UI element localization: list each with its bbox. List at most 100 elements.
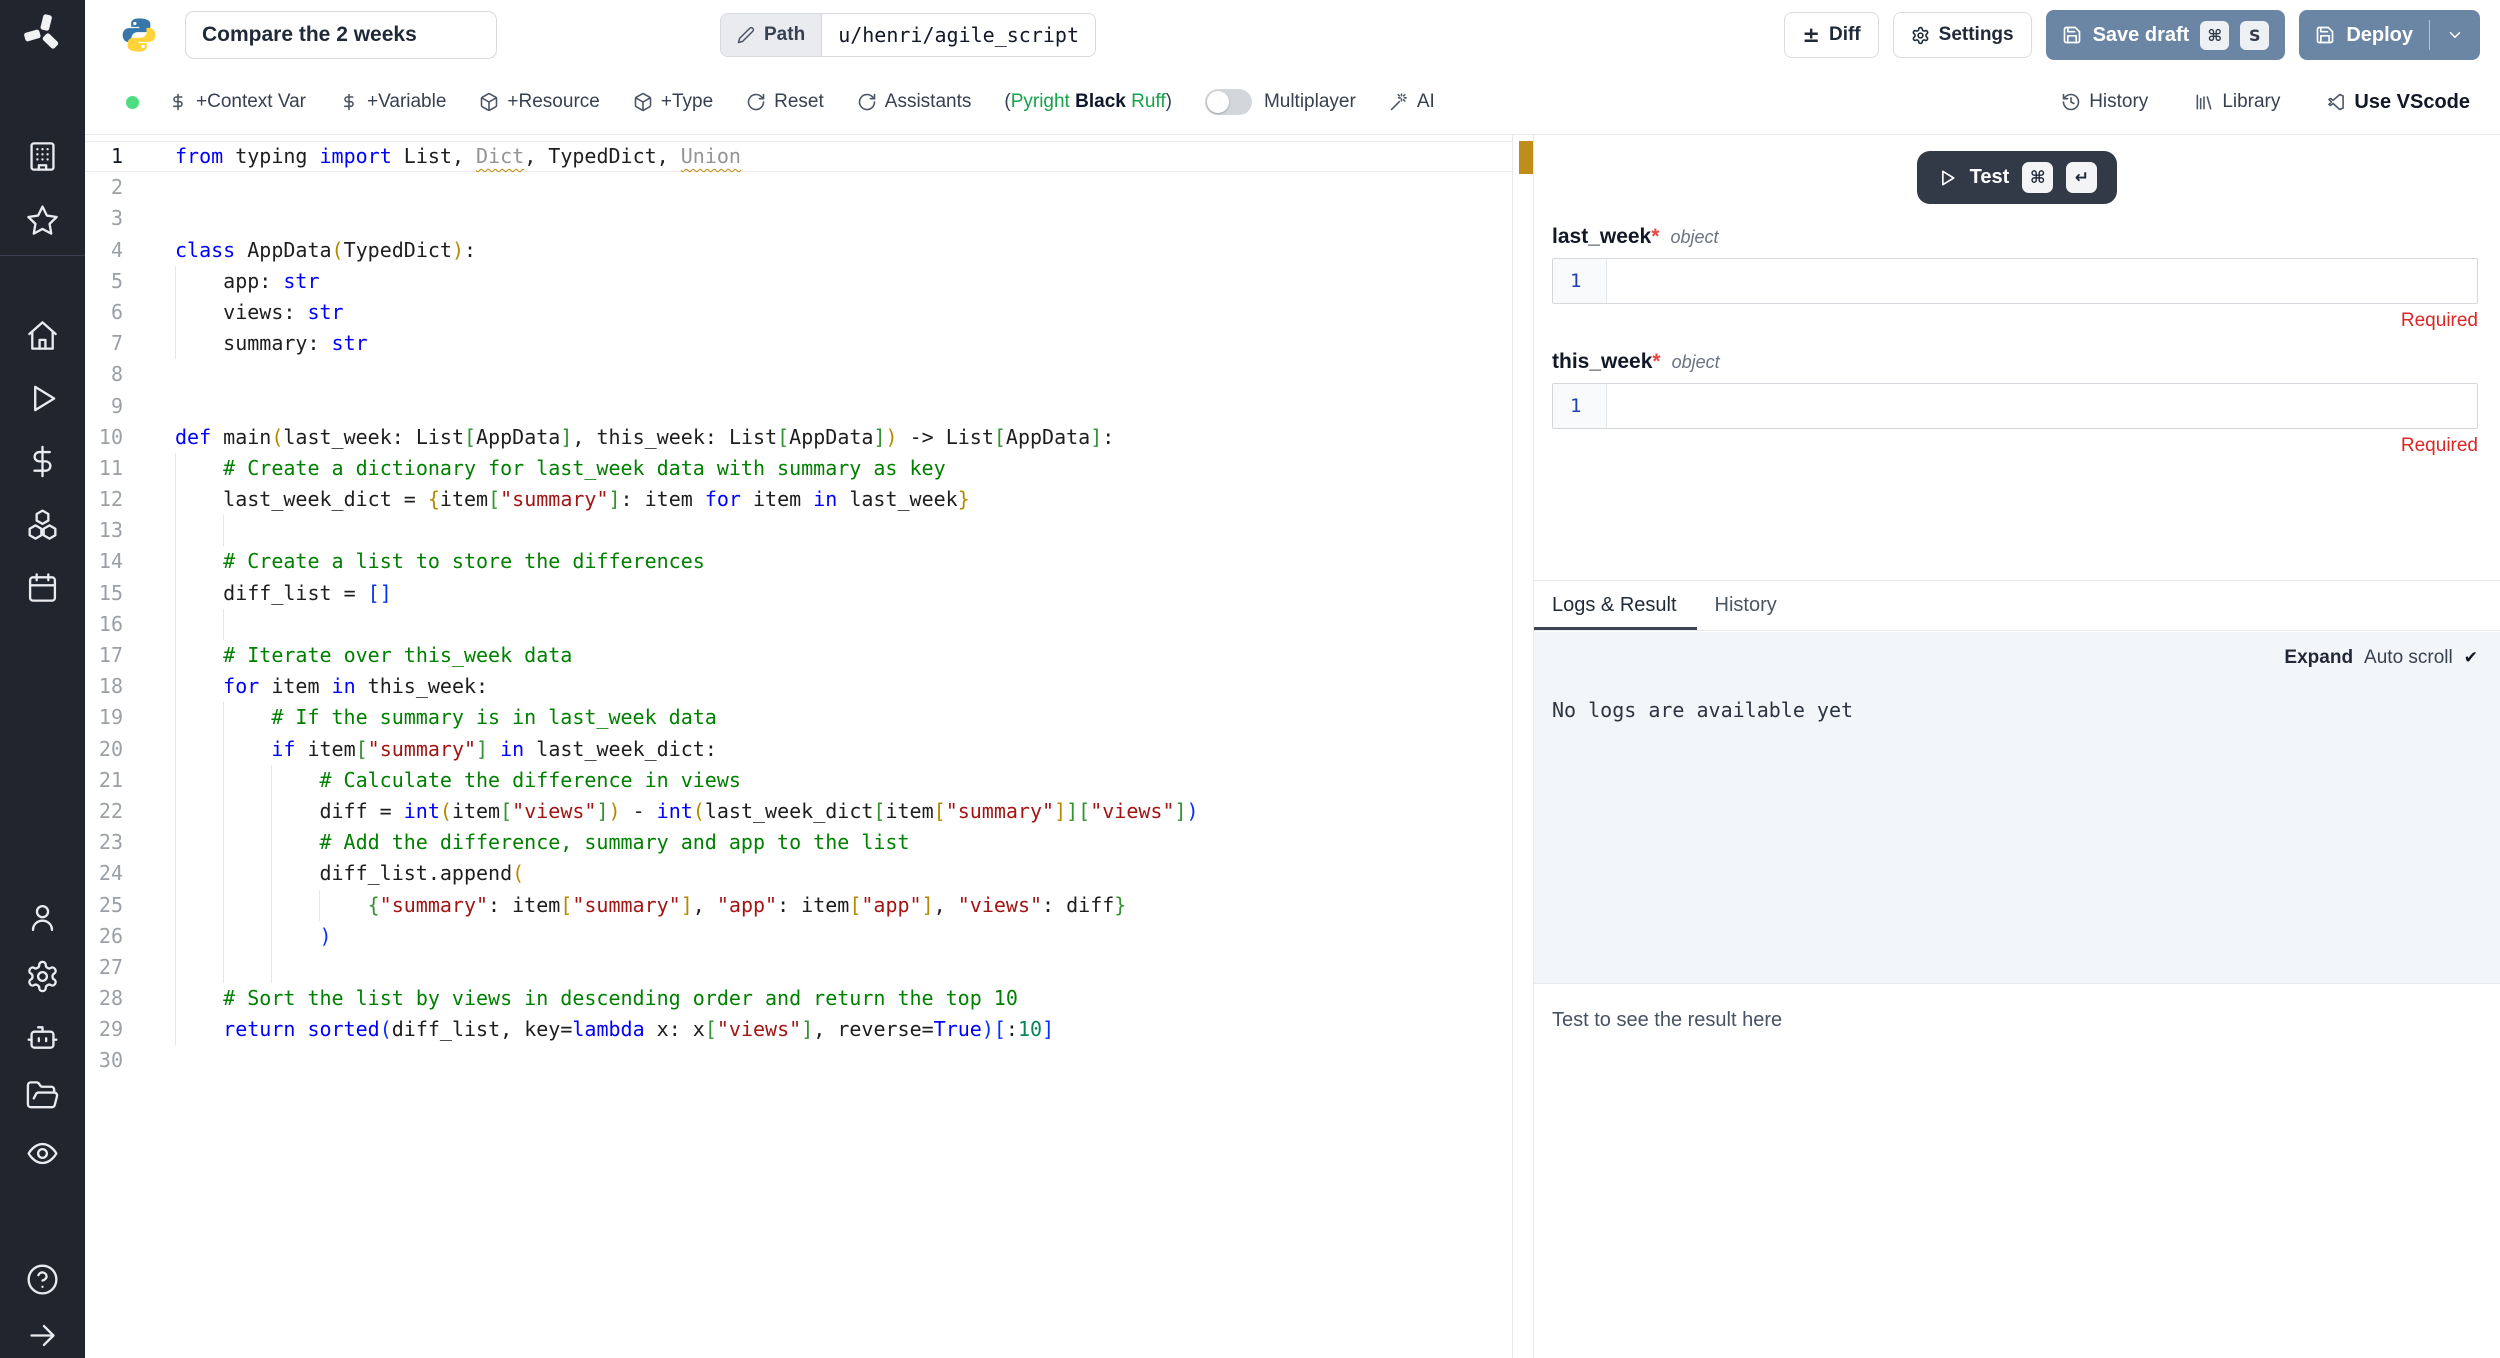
line-number: 15 [85, 578, 135, 609]
code-line[interactable]: 15diff_list = [] [85, 578, 1512, 609]
path-value[interactable]: u/henri/agile_script [822, 14, 1095, 56]
line-number: 17 [85, 640, 135, 671]
code-line[interactable]: 20if item["summary"] in last_week_dict: [85, 734, 1512, 765]
variables-dollar-icon[interactable] [25, 444, 60, 479]
test-button[interactable]: Test ⌘ ↵ [1917, 151, 2118, 204]
folders-icon[interactable] [25, 1078, 60, 1113]
code-line[interactable]: 13 [85, 515, 1512, 546]
result-placeholder: Test to see the result here [1552, 1009, 2500, 1032]
add-variable-button[interactable]: +Variable [339, 91, 446, 113]
resources-boxes-icon[interactable] [25, 507, 60, 542]
settings-button[interactable]: Settings [1893, 12, 2032, 58]
arg-type: object [1670, 227, 1718, 247]
input-line-number: 1 [1553, 259, 1607, 303]
help-icon[interactable] [25, 1262, 60, 1297]
runs-play-icon[interactable] [25, 381, 60, 416]
add-context-var-button[interactable]: +Context Var [168, 91, 306, 113]
line-number: 1 [85, 141, 135, 172]
code-line[interactable]: 11# Create a dictionary for last_week da… [85, 453, 1512, 484]
code-line[interactable]: 19# If the summary is in last_week data [85, 702, 1512, 733]
code-line[interactable]: 30 [85, 1045, 1512, 1076]
code-line[interactable]: 25{"summary": item["summary"], "app": it… [85, 890, 1512, 921]
home-icon[interactable] [25, 318, 60, 353]
code-line[interactable]: 27 [85, 952, 1512, 983]
library-button[interactable]: Library [2194, 91, 2280, 113]
multiplayer-toggle-group: Multiplayer [1205, 89, 1356, 115]
code-line[interactable]: 6views: str [85, 297, 1512, 328]
this-week-json-input[interactable]: 1 [1552, 383, 2478, 429]
assistants-button[interactable]: Assistants [857, 91, 972, 113]
windmill-logo-icon[interactable] [20, 10, 66, 56]
code-line[interactable]: 21# Calculate the difference in views [85, 765, 1512, 796]
code-line[interactable]: 28# Sort the list by views in descending… [85, 983, 1512, 1014]
toggle-knob [1207, 91, 1229, 113]
code-line[interactable]: 7summary: str [85, 328, 1512, 359]
line-number: 22 [85, 796, 135, 827]
line-number: 4 [85, 235, 135, 266]
workspace-building-icon[interactable] [25, 139, 60, 174]
add-resource-button[interactable]: +Resource [479, 91, 599, 113]
code-line[interactable]: 23# Add the difference, summary and app … [85, 827, 1512, 858]
line-number: 14 [85, 546, 135, 577]
code-line[interactable]: 16 [85, 609, 1512, 640]
code-line[interactable]: 12last_week_dict = {item["summary"]: ite… [85, 484, 1512, 515]
kbd-s: S [2240, 21, 2269, 50]
schedules-calendar-icon[interactable] [25, 570, 60, 605]
code-line[interactable]: 10def main(last_week: List[AppData], thi… [85, 422, 1512, 453]
line-number: 30 [85, 1045, 135, 1076]
line-number: 6 [85, 297, 135, 328]
deploy-button[interactable]: Deploy [2299, 10, 2480, 60]
editor-toolbar: +Context Var +Variable +Resource +Type R… [85, 70, 2500, 135]
line-number: 8 [85, 359, 135, 390]
input-line-number: 1 [1553, 384, 1607, 428]
package-icon [633, 92, 653, 112]
add-type-button[interactable]: +Type [633, 91, 713, 113]
ruff-status: Ruff [1126, 91, 1166, 112]
history-button[interactable]: History [2061, 91, 2148, 113]
ai-button[interactable]: AI [1389, 91, 1435, 113]
multiplayer-toggle[interactable] [1205, 89, 1252, 115]
code-line[interactable]: 5app: str [85, 266, 1512, 297]
workers-bot-icon[interactable] [25, 1020, 60, 1055]
pencil-icon [737, 26, 755, 44]
code-line[interactable]: 4class AppData(TypedDict): [85, 235, 1512, 266]
line-number: 3 [85, 203, 135, 234]
code-line[interactable]: 18for item in this_week: [85, 671, 1512, 702]
code-line[interactable]: 22diff = int(item["views"]) - int(last_w… [85, 796, 1512, 827]
last-week-json-input[interactable]: 1 [1552, 258, 2478, 304]
tab-history[interactable]: History [1697, 581, 1797, 630]
code-editor[interactable]: 1from typing import List, Dict, TypedDic… [85, 135, 1512, 1358]
path-group[interactable]: Path u/henri/agile_script [720, 13, 1096, 57]
use-vscode-button[interactable]: Use VScode [2326, 91, 2470, 114]
code-line[interactable]: 3 [85, 203, 1512, 234]
dollar-icon [168, 92, 188, 112]
code-line[interactable]: 2 [85, 172, 1512, 203]
code-line[interactable]: 1from typing import List, Dict, TypedDic… [85, 141, 1512, 172]
code-line[interactable]: 17# Iterate over this_week data [85, 640, 1512, 671]
reset-button[interactable]: Reset [746, 91, 824, 113]
code-line[interactable]: 8 [85, 359, 1512, 390]
code-line[interactable]: 24diff_list.append( [85, 858, 1512, 889]
chevron-down-icon [2446, 26, 2464, 44]
settings-gear-icon[interactable] [25, 959, 60, 994]
code-line[interactable]: 26) [85, 921, 1512, 952]
autoscroll-toggle[interactable]: Auto scroll [2364, 647, 2453, 669]
tab-logs-result[interactable]: Logs & Result [1534, 581, 1697, 630]
user-icon[interactable] [25, 900, 60, 935]
diff-button[interactable]: ± Diff [1784, 12, 1878, 58]
path-edit-button[interactable]: Path [721, 14, 822, 56]
code-line[interactable]: 14# Create a list to store the differenc… [85, 546, 1512, 577]
save-draft-button[interactable]: Save draft ⌘ S [2046, 10, 2286, 60]
status-green-dot [126, 96, 139, 109]
line-number: 21 [85, 765, 135, 796]
expand-button[interactable]: Expand [2284, 647, 2353, 669]
kbd-cmd: ⌘ [2022, 162, 2053, 193]
collapse-arrow-right-icon[interactable] [25, 1318, 60, 1353]
editor-overview-ruler[interactable] [1512, 135, 1533, 1358]
code-line[interactable]: 29return sorted(diff_list, key=lambda x:… [85, 1014, 1512, 1045]
script-title-input[interactable]: Compare the 2 weeks [185, 11, 497, 59]
favorites-star-icon[interactable] [25, 203, 60, 238]
code-line[interactable]: 9 [85, 391, 1512, 422]
audit-eye-icon[interactable] [25, 1136, 60, 1171]
save-icon [2062, 25, 2082, 45]
